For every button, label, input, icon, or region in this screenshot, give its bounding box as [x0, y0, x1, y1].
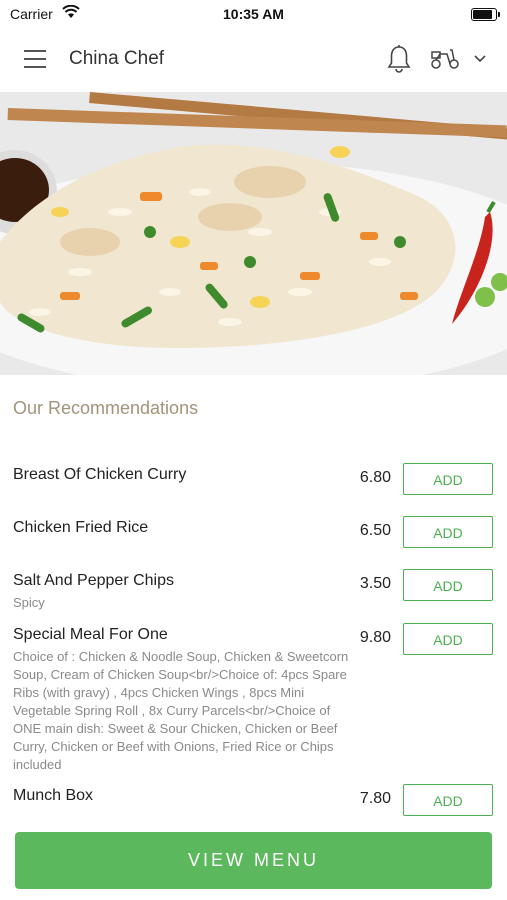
add-button[interactable]: ADD [403, 784, 493, 816]
item-price: 7.80 [359, 790, 391, 807]
chevron-down-icon[interactable] [473, 54, 487, 64]
battery-icon [471, 8, 500, 21]
restaurant-title: China Chef [69, 48, 165, 69]
app-header: China Chef [0, 28, 507, 92]
item-name: Salt And Pepper Chips [13, 572, 174, 589]
item-name: Breast Of Chicken Curry [13, 466, 187, 483]
section-title-recommendations: Our Recommendations [13, 398, 199, 418]
clock: 10:35 AM [223, 6, 284, 22]
hero-food-image [0, 92, 507, 375]
add-button[interactable]: ADD [403, 569, 493, 601]
item-name: Chicken Fried Rice [13, 519, 149, 536]
status-bar: Carrier 10:35 AM [0, 0, 507, 28]
item-name: Munch Box [13, 787, 94, 804]
item-description: Choice of : Chicken & Noodle Soup, Chick… [13, 649, 349, 772]
item-price: 6.50 [359, 522, 391, 539]
bell-icon[interactable] [386, 44, 412, 74]
item-price: 3.50 [359, 575, 391, 592]
add-button[interactable]: ADD [403, 463, 493, 495]
add-button[interactable]: ADD [403, 623, 493, 655]
item-price: 6.80 [359, 469, 391, 486]
item-description: Spicy [13, 595, 45, 610]
hamburger-menu-icon[interactable] [24, 50, 46, 68]
view-menu-button[interactable]: VIEW MENU [15, 832, 492, 889]
item-price: 9.80 [359, 629, 391, 646]
scooter-icon[interactable] [430, 46, 460, 70]
item-name: Special Meal For One [13, 626, 168, 643]
add-button[interactable]: ADD [403, 516, 493, 548]
